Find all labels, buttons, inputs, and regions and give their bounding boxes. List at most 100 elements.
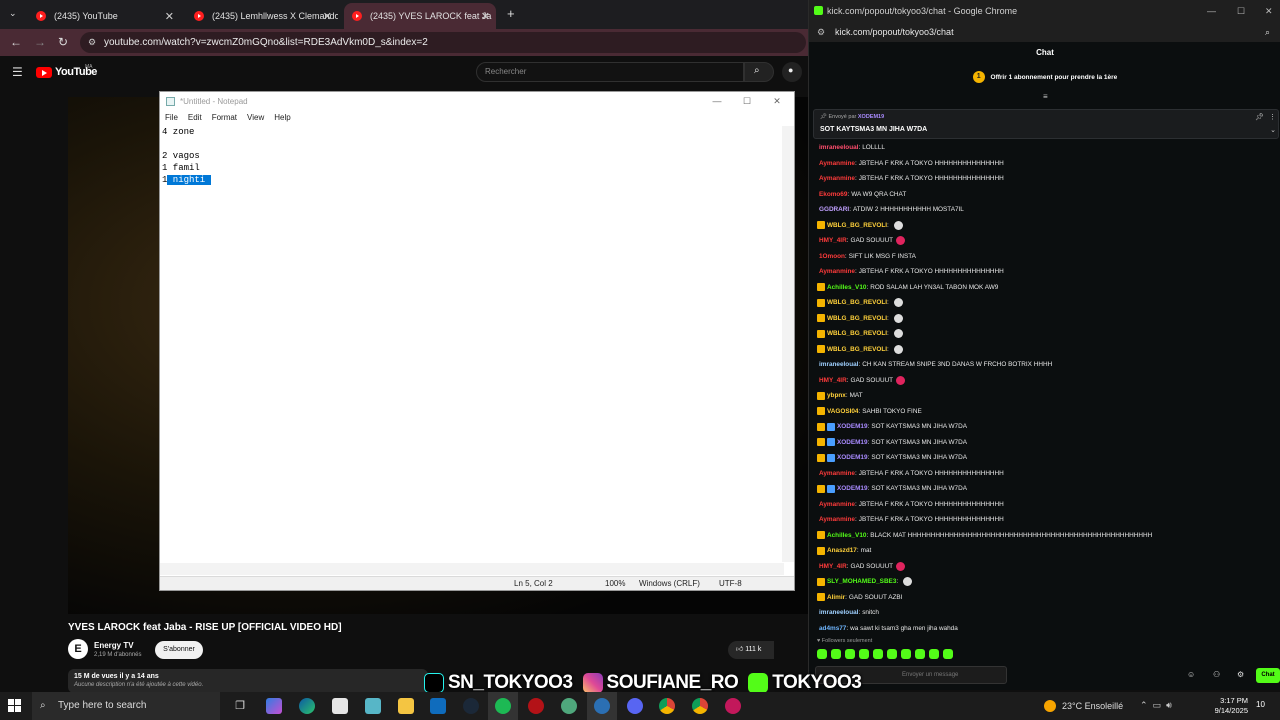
emote-icon[interactable] (903, 577, 913, 587)
emote-icon[interactable] (896, 561, 906, 571)
youtube-search-button[interactable]: ⌕ (744, 62, 774, 82)
chat-username[interactable]: Aymanmine (819, 470, 855, 477)
close-tab-icon[interactable]: ✕ (165, 10, 174, 23)
taskbar-search[interactable]: ⌕ Type here to search (32, 692, 220, 720)
chat-username[interactable]: ad4ms77 (819, 625, 846, 632)
chat-message[interactable]: HMY_4IR: GAD SOUUUT (817, 373, 1277, 389)
emote-icon[interactable] (896, 236, 906, 246)
forward-icon[interactable]: → (34, 35, 46, 49)
chat-username[interactable]: SLY_MOHAMED_SBE3 (827, 578, 896, 585)
chat-message[interactable]: WBLG_BG_REVOLI: (817, 295, 1277, 311)
chat-message[interactable]: XODEM19: SOT KAYTSMA3 MN JIHA W7DA (817, 450, 1277, 466)
chat-username[interactable]: XODEM19 (837, 485, 868, 492)
emote-icon[interactable] (901, 649, 911, 659)
network-icon[interactable]: ▭ (1153, 700, 1162, 710)
chat-message[interactable]: ybpnx: MAT (817, 388, 1277, 404)
file-explorer-icon[interactable] (398, 698, 414, 714)
emote-icon[interactable] (893, 329, 903, 339)
minimize-icon[interactable]: — (702, 92, 732, 111)
close-tab-icon[interactable]: ✕ (481, 10, 490, 23)
chat-username[interactable]: Alimir (827, 594, 845, 601)
notification-icon[interactable]: 10 (1256, 700, 1265, 709)
chat-message-list[interactable]: imraneeloual: LOLLLL Aymanmine: JBTEHA F KR… (817, 140, 1277, 632)
like-button[interactable]: 👍︎ 111 k (728, 641, 774, 659)
close-icon[interactable]: ✕ (1265, 0, 1273, 22)
emote-icon[interactable] (859, 649, 869, 659)
maximize-icon[interactable]: ☐ (732, 92, 762, 111)
notepad-titlebar[interactable]: *Untitled - Notepad — ☐ ✕ (160, 92, 794, 111)
chrome-icon[interactable] (692, 698, 708, 714)
chat-message[interactable]: Anaszd17: mat (817, 543, 1277, 559)
chat-username[interactable]: 1Omoon (819, 253, 845, 260)
site-info-icon[interactable]: ⚙ (88, 32, 96, 53)
emote-icon[interactable] (893, 344, 903, 354)
chat-message[interactable]: ad4ms77: wa sawt ki tsam3 gha men jiha wa… (817, 621, 1277, 633)
vertical-scrollbar[interactable] (782, 126, 794, 562)
reload-icon[interactable]: ↻ (58, 35, 68, 49)
chat-message[interactable]: Alimir: GAD SOUUT AZBI (817, 590, 1277, 606)
menu-format[interactable]: Format (212, 111, 237, 125)
chat-message[interactable]: imraneeloual: LOLLLL (817, 140, 1277, 156)
send-chat-button[interactable]: Chat (1256, 668, 1280, 683)
chat-username[interactable]: WBLG_BG_REVOLI (827, 299, 887, 306)
emote-icon[interactable] (873, 649, 883, 659)
chat-username[interactable]: Ekomo69 (819, 191, 847, 198)
chat-message[interactable]: Aymanmine: JBTEHA F KRK A TOKYO HHHHHHHHH… (817, 512, 1277, 528)
emote-icon[interactable] (893, 220, 903, 230)
horizontal-scrollbar[interactable] (160, 563, 784, 575)
more-options-icon[interactable]: ⋮ (1269, 113, 1276, 121)
chat-username[interactable]: XODEM19 (837, 423, 868, 430)
chat-username[interactable]: WBLG_BG_REVOLI (827, 330, 887, 337)
tab-search-icon[interactable]: ⌄ (9, 8, 17, 19)
chat-username[interactable]: Aymanmine (819, 516, 855, 523)
chat-message[interactable]: VAGOSI04: SAHBI TOKYO FINE (817, 404, 1277, 420)
close-icon[interactable]: ✕ (762, 92, 792, 111)
subscribe-button[interactable]: S'abonner (155, 641, 203, 659)
emote-icon[interactable] (943, 649, 953, 659)
chat-message[interactable]: SLY_MOHAMED_SBE3: (817, 574, 1277, 590)
chat-username[interactable]: WBLG_BG_REVOLI (827, 315, 887, 322)
chat-message[interactable]: XODEM19: SOT KAYTSMA3 MN JIHA W7DA (817, 435, 1277, 451)
chat-username[interactable]: Aymanmine (819, 175, 855, 182)
emote-icon[interactable] (831, 649, 841, 659)
chat-username[interactable]: GGDRARI (819, 206, 849, 213)
chat-message[interactable]: imraneeloual: CH KAN STREAM SNIPE 3ND DAN… (817, 357, 1277, 373)
chat-username[interactable]: Aymanmine (819, 501, 855, 508)
chat-message[interactable]: Aymanmine: JBTEHA F KRK A TOKYO HHHHHHHHH… (817, 171, 1277, 187)
chat-message[interactable]: Achilles_V10: ROD SALAM LAH YN3AL TABON M… (817, 280, 1277, 296)
chat-message[interactable]: Achilles_V10: BLACK MAT HHHHHHHHHHHHHHHHH… (817, 528, 1277, 544)
taskbar-clock[interactable]: 3:17 PM 9/14/2025 (1198, 696, 1248, 716)
voice-search-button[interactable]: ● (782, 62, 802, 82)
emote-icon[interactable] (893, 313, 903, 323)
edge-icon[interactable] (299, 698, 315, 714)
chat-message[interactable]: Aymanmine: JBTEHA F KRK A TOKYO HHHHHHHHH… (817, 466, 1277, 482)
chat-message[interactable]: WBLG_BG_REVOLI: (817, 342, 1277, 358)
spotify-icon[interactable] (495, 698, 511, 714)
description-box[interactable]: 15 M de vues il y a 14 ans Aucune descri… (68, 669, 428, 693)
emote-icon[interactable] (929, 649, 939, 659)
collapse-icon[interactable]: ≡ (1043, 92, 1048, 101)
chat-username[interactable]: imraneeloual (819, 361, 858, 368)
site-info-icon[interactable]: ⚙ (817, 22, 825, 42)
chat-message[interactable]: WBLG_BG_REVOLI: (817, 218, 1277, 234)
menu-icon[interactable]: ☰ (12, 65, 23, 79)
emote-icon[interactable] (887, 649, 897, 659)
chrome-icon[interactable] (594, 698, 610, 714)
chat-message[interactable]: 1Omoon: SIFT LIK MSG F INSTA (817, 249, 1277, 265)
chat-username[interactable]: WBLG_BG_REVOLI (827, 346, 887, 353)
utility-app-icon[interactable] (561, 698, 577, 714)
chat-message[interactable]: HMY_4IR: GAD SOUUUT (817, 233, 1277, 249)
menu-file[interactable]: File (165, 111, 178, 125)
gift-sub-banner[interactable]: 1 Offrir 1 abonnement pour prendre la 1è… (809, 70, 1280, 86)
chat-username[interactable]: Anaszd17 (827, 547, 857, 554)
chat-username[interactable]: HMY_4IR (819, 563, 847, 570)
chat-message[interactable]: XODEM19: SOT KAYTSMA3 MN JIHA W7DA (817, 481, 1277, 497)
chat-message[interactable]: Aymanmine: JBTEHA F KRK A TOKYO HHHHHHHHH… (817, 264, 1277, 280)
weather-widget[interactable]: 23°C Ensoleillé (1044, 692, 1123, 720)
chat-username[interactable]: WBLG_BG_REVOLI (827, 222, 887, 229)
store-icon[interactable] (332, 698, 348, 714)
copilot-icon[interactable] (266, 698, 282, 714)
chat-message[interactable]: WBLG_BG_REVOLI: (817, 311, 1277, 327)
chat-message[interactable]: WBLG_BG_REVOLI: (817, 326, 1277, 342)
tab-yves-larock[interactable]: (2435) YVES LAROCK feat Ja ✕ (344, 3, 496, 29)
